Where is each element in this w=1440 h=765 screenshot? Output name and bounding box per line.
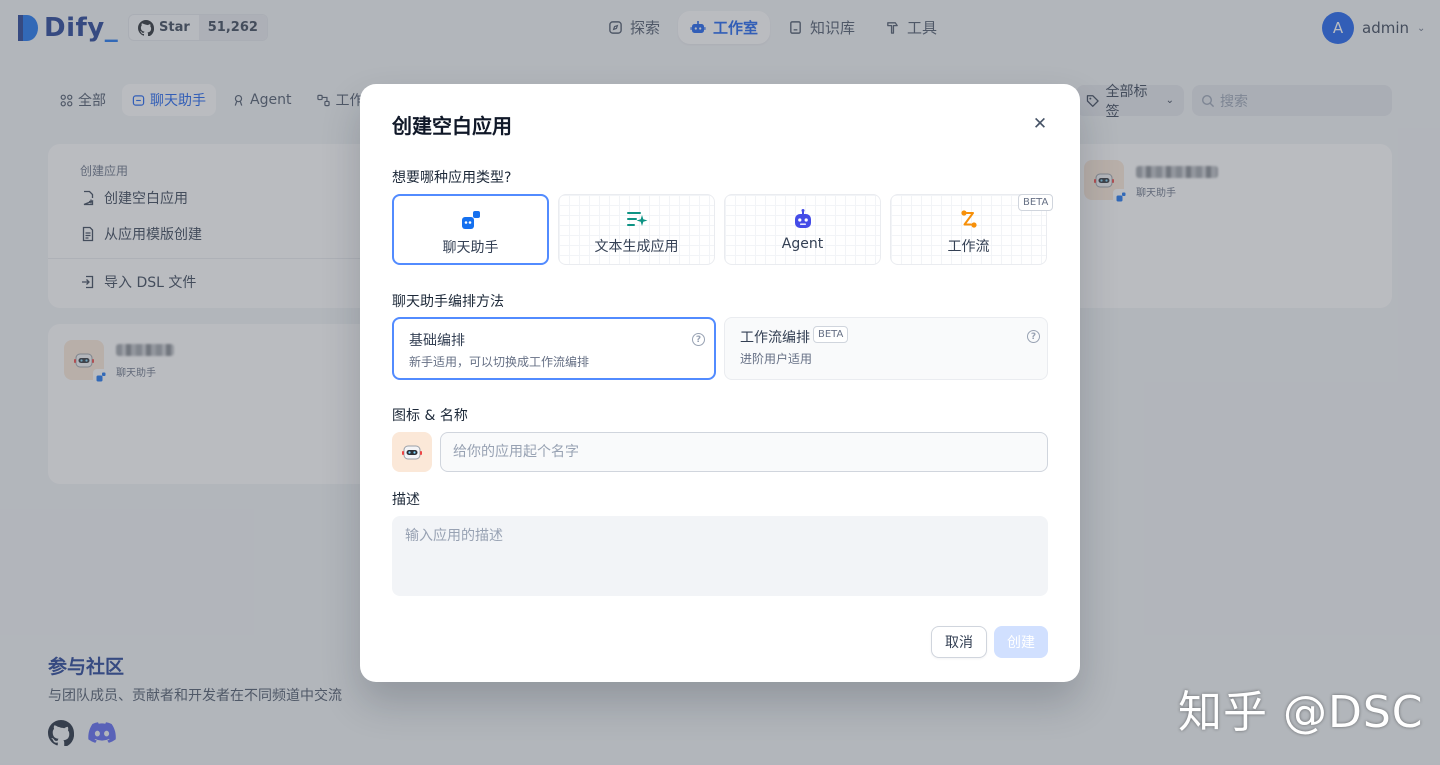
app-name-input[interactable] bbox=[440, 432, 1048, 472]
app-type-chat-assistant[interactable]: 聊天助手 bbox=[392, 194, 549, 265]
app-type-text-generation[interactable]: 文本生成应用 bbox=[558, 194, 715, 265]
mode-basic-orchestration[interactable]: 基础编排 新手适用，可以切换成工作流编排 ? bbox=[392, 317, 716, 380]
cancel-button[interactable]: 取消 bbox=[931, 626, 987, 658]
create-button[interactable]: 创建 bbox=[994, 626, 1048, 658]
beta-badge: BETA bbox=[1018, 194, 1054, 211]
help-icon[interactable]: ? bbox=[1027, 330, 1040, 343]
mode-basic-title: 基础编排 bbox=[409, 333, 465, 349]
text-generate-icon bbox=[626, 212, 647, 226]
app-type-agent[interactable]: Agent bbox=[724, 194, 881, 265]
app-type-text-generation-label: 文本生成应用 bbox=[594, 239, 679, 255]
create-blank-app-dialog: 创建空白应用 ✕ 想要哪种应用类型? 聊天助手 文本生成应用 Agent 工作流… bbox=[360, 84, 1080, 682]
app-type-question: 想要哪种应用类型? bbox=[392, 170, 512, 186]
agent-robot-icon bbox=[794, 209, 811, 228]
robot-face-icon bbox=[402, 445, 422, 460]
mode-workflow-title: 工作流编排 bbox=[740, 330, 810, 346]
help-icon[interactable]: ? bbox=[692, 333, 705, 346]
mode-workflow-orchestration[interactable]: 工作流编排 BETA 进阶用户适用 ? bbox=[724, 317, 1048, 380]
description-label: 描述 bbox=[392, 492, 420, 508]
workflow-icon bbox=[960, 210, 977, 228]
watermark-text: 知乎 @DSC bbox=[1178, 687, 1424, 738]
app-type-agent-label: Agent bbox=[781, 236, 824, 252]
beta-badge: BETA bbox=[813, 326, 849, 343]
app-type-workflow-label: 工作流 bbox=[947, 239, 990, 255]
dialog-title: 创建空白应用 bbox=[392, 114, 512, 138]
mode-workflow-desc: 进阶用户适用 bbox=[740, 352, 813, 366]
orchestration-label: 聊天助手编排方法 bbox=[392, 294, 504, 310]
app-icon-picker[interactable] bbox=[392, 432, 432, 472]
app-description-input[interactable] bbox=[392, 516, 1048, 596]
app-type-workflow[interactable]: 工作流 BETA bbox=[890, 194, 1054, 265]
icon-name-label: 图标 & 名称 bbox=[392, 408, 468, 424]
close-icon[interactable]: ✕ bbox=[1028, 112, 1052, 136]
mode-basic-desc: 新手适用，可以切换成工作流编排 bbox=[409, 355, 590, 369]
app-type-chat-assistant-label: 聊天助手 bbox=[442, 240, 499, 256]
chat-bot-icon bbox=[461, 211, 480, 229]
